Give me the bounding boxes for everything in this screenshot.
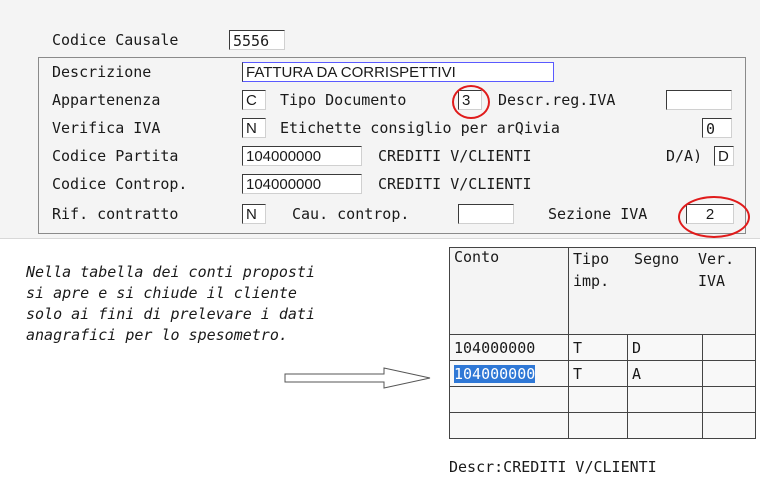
- cell-tipo[interactable]: T: [568, 334, 628, 361]
- cell-tipo[interactable]: [568, 386, 628, 413]
- codice-controp-label: Codice Controp.: [52, 175, 188, 193]
- cell-conto[interactable]: [449, 412, 569, 439]
- cell-segno[interactable]: A: [627, 360, 703, 387]
- codice-partita-field[interactable]: 104000000: [242, 146, 362, 166]
- table-row[interactable]: [449, 386, 756, 413]
- cell-tipo[interactable]: T: [568, 360, 628, 387]
- appartenenza-label: Appartenenza: [52, 91, 161, 109]
- cell-segno[interactable]: [627, 412, 703, 439]
- annotation-note: Nella tabella dei conti proposti si apre…: [26, 263, 315, 344]
- tipo-documento-label: Tipo Documento: [280, 91, 407, 109]
- rif-contratto-field[interactable]: N: [242, 204, 266, 224]
- conti-proposti-table: Conto Tipo imp. Segno Ver. IVA 104000000…: [449, 247, 756, 439]
- codice-causale-label: Codice Causale: [52, 31, 179, 49]
- cell-conto[interactable]: 104000000: [449, 360, 569, 387]
- column-header-group: Tipo imp. Segno Ver. IVA: [568, 247, 756, 335]
- column-header-ver-iva: Ver. IVA: [698, 250, 735, 290]
- descrizione-label: Descrizione: [52, 63, 152, 81]
- etichette-field[interactable]: 0: [702, 118, 732, 138]
- cell-ver-iva[interactable]: [702, 412, 756, 439]
- conto-description: Descr:CREDITI V/CLIENTI: [449, 458, 657, 476]
- sezione-iva-label: Sezione IVA: [548, 205, 648, 223]
- descrizione-field[interactable]: FATTURA DA CORRISPETTIVI: [242, 62, 554, 82]
- etichette-label: Etichette consiglio per arQivia: [280, 119, 560, 137]
- table-row[interactable]: [449, 412, 756, 439]
- appartenenza-field[interactable]: C: [242, 90, 266, 110]
- da-label: D/A): [666, 147, 703, 165]
- cell-segno[interactable]: [627, 386, 703, 413]
- descr-reg-iva-label: Descr.reg.IVA: [498, 91, 616, 109]
- sezione-iva-field[interactable]: 2: [686, 204, 734, 224]
- codice-causale-field[interactable]: 5556: [229, 30, 285, 50]
- cell-conto[interactable]: [449, 386, 569, 413]
- da-field[interactable]: D: [714, 146, 734, 166]
- descr-reg-iva-field[interactable]: [666, 90, 732, 110]
- verifica-iva-label: Verifica IVA: [52, 119, 161, 137]
- cau-controp-field[interactable]: [458, 204, 514, 224]
- verifica-iva-field[interactable]: N: [242, 118, 266, 138]
- cau-controp-label: Cau. controp.: [292, 205, 410, 223]
- column-header-tipo: Tipo imp.: [573, 250, 610, 290]
- cell-tipo[interactable]: [568, 412, 628, 439]
- table-row-selected[interactable]: 104000000 T A: [449, 360, 756, 387]
- rif-contratto-label: Rif. contratto: [52, 205, 179, 223]
- codice-controp-field[interactable]: 104000000: [242, 174, 362, 194]
- codice-partita-desc: CREDITI V/CLIENTI: [378, 147, 532, 165]
- table-row[interactable]: 104000000 T D: [449, 334, 756, 361]
- codice-partita-label: Codice Partita: [52, 147, 179, 165]
- cell-segno[interactable]: D: [627, 334, 703, 361]
- divider: [0, 238, 760, 239]
- tipo-documento-field[interactable]: 3: [458, 90, 482, 110]
- cell-conto[interactable]: 104000000: [449, 334, 569, 361]
- codice-controp-desc: CREDITI V/CLIENTI: [378, 175, 532, 193]
- cell-ver-iva[interactable]: [702, 386, 756, 413]
- column-header-segno: Segno: [634, 250, 680, 268]
- right-arrow-icon: [284, 367, 431, 389]
- cell-ver-iva[interactable]: [702, 334, 756, 361]
- cell-ver-iva[interactable]: [702, 360, 756, 387]
- table-header-row: Conto Tipo imp. Segno Ver. IVA: [449, 247, 756, 335]
- column-header-conto: Conto: [449, 247, 569, 335]
